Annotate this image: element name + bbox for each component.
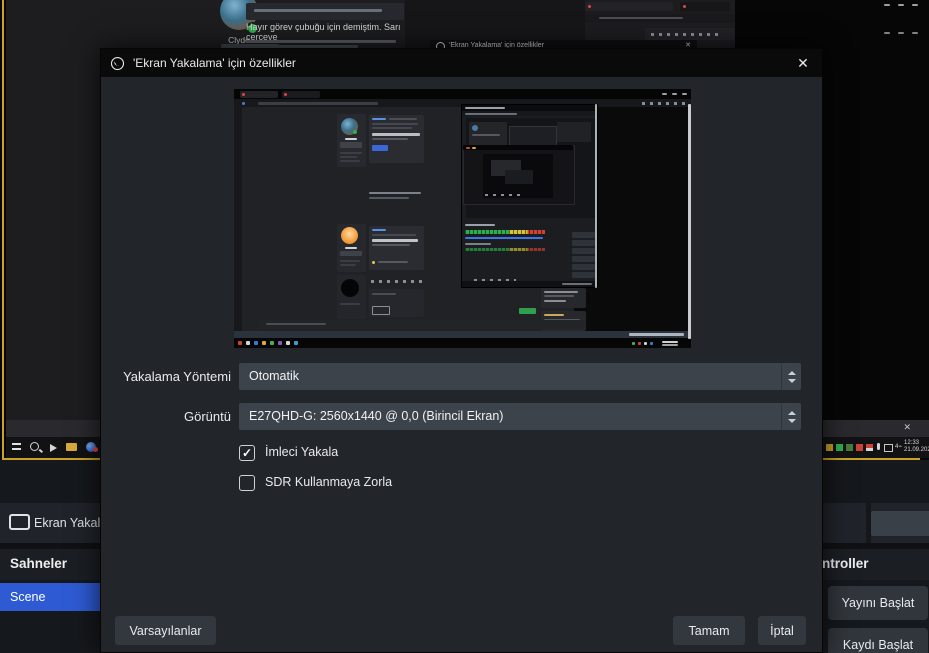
display-label: Görüntü — [184, 409, 231, 424]
maximize-icon[interactable] — [898, 4, 904, 6]
properties-dialog: 'Ekran Yakalama' için özellikler ✕ Yakal… — [100, 48, 823, 653]
capture-preview — [234, 89, 691, 348]
pv-profile-card — [337, 275, 366, 319]
pv-statusbar — [234, 331, 691, 338]
dialog-titlebar[interactable]: 'Ekran Yakalama' için özellikler ✕ — [101, 49, 822, 77]
force-sdr-label: SDR Kullanmaya Zorla — [265, 475, 393, 489]
browser-toolbar — [645, 28, 735, 40]
start-streaming-button[interactable]: Yayını Başlat — [828, 586, 928, 620]
pv-chat-card — [369, 115, 424, 163]
close-icon[interactable] — [912, 4, 918, 6]
display-select[interactable]: E27QHD-G: 2560x1440 @ 0,0 (Birincil Ekra… — [239, 403, 801, 430]
search-icon-handle — [38, 448, 44, 453]
decor-dash — [884, 32, 890, 34]
pv-discord-rail — [234, 107, 242, 339]
mic-icon[interactable] — [877, 443, 880, 450]
start-menu-icon[interactable] — [12, 443, 21, 451]
notification-badge — [93, 447, 98, 452]
pv-chat-card — [369, 226, 424, 270]
display-value: E27QHD-G: 2560x1440 @ 0,0 (Birincil Ekra… — [249, 409, 504, 423]
decor-dash — [912, 32, 918, 34]
pv-profile-card — [337, 224, 366, 272]
start-recording-button[interactable]: Kaydı Başlat — [828, 628, 928, 653]
flag-icon-lower — [866, 447, 873, 451]
capture-cursor-label: İmleci Yakala — [265, 445, 339, 459]
force-sdr-row: SDR Kullanmaya Zorla — [239, 474, 392, 491]
capture-method-value: Otomatik — [249, 369, 300, 383]
task-view-icon[interactable] — [50, 444, 57, 452]
force-sdr-checkbox[interactable] — [239, 474, 255, 491]
tray-clock[interactable]: 12:33 21.09.2023 — [904, 440, 929, 454]
pv-green-button — [519, 308, 536, 314]
chat-message: Hayır görev çubuğu için demiştim. Sarı ç… — [246, 22, 401, 42]
pv-winctl — [662, 93, 667, 95]
pc-icon[interactable] — [884, 444, 893, 452]
pv-reply-box — [369, 289, 424, 317]
chat-line — [246, 40, 396, 43]
background-combo[interactable] — [871, 511, 929, 536]
tray-date: 21.09.2023 — [904, 447, 929, 453]
spinner-up-icon[interactable] — [787, 370, 796, 375]
pv-chat-line — [369, 197, 409, 199]
tray-icon[interactable] — [856, 444, 863, 451]
capture-method-label: Yakalama Yöntemi — [123, 369, 231, 384]
spinner-down-icon[interactable] — [787, 418, 796, 423]
defaults-button[interactable]: Varsayılanlar — [115, 616, 216, 645]
pv-right-edge — [688, 104, 691, 339]
band-close-icon[interactable]: ✕ — [903, 422, 911, 433]
pv-info-card — [541, 288, 586, 308]
pv-format-toolbar — [371, 280, 423, 283]
scenes-dock-title: Sahneler — [10, 556, 68, 571]
pv-scrollbar[interactable] — [595, 104, 597, 288]
pv-winctl — [682, 93, 687, 95]
dialog-title: 'Ekran Yakalama' için özellikler — [133, 56, 296, 70]
spinner-down-icon[interactable] — [787, 378, 796, 383]
cancel-button[interactable]: İptal — [758, 616, 806, 645]
pv-tab — [240, 91, 278, 98]
pv-taskbar — [234, 338, 691, 348]
folder-icon[interactable] — [66, 443, 77, 451]
pv-profile-card — [337, 114, 366, 167]
capture-cursor-row: ✓ İmleci Yakala — [239, 444, 338, 461]
browser-tab[interactable] — [585, 2, 673, 11]
check-icon: ✓ — [241, 445, 253, 460]
pv-winctl — [672, 93, 677, 95]
tray-icon[interactable] — [826, 444, 833, 451]
spinner-up-icon[interactable] — [787, 410, 796, 415]
ok-button[interactable]: Tamam — [673, 616, 745, 645]
tray-glyph: 4⌁ — [895, 444, 902, 450]
pv-tab — [282, 91, 320, 98]
spinner[interactable] — [781, 363, 801, 390]
tray-icon[interactable] — [836, 444, 843, 451]
obs-logo-icon — [110, 56, 125, 70]
browser-addressbar[interactable] — [585, 14, 735, 23]
pv-nested-obs — [461, 104, 598, 288]
pv-message-bar — [260, 320, 586, 329]
preview-frame-left[interactable] — [2, 0, 4, 460]
tray-icon[interactable] — [846, 444, 853, 451]
chat-quote-card — [246, 3, 404, 20]
capture-cursor-checkbox[interactable]: ✓ — [239, 444, 255, 461]
screen: Clyde Hayır görev çubuğu için demiştim. … — [0, 0, 929, 653]
dialog-close-icon[interactable]: ✕ — [790, 52, 816, 74]
decor-dash — [898, 32, 904, 34]
capture-method-select[interactable]: Otomatik — [239, 363, 801, 390]
tray-time: 12:33 — [904, 440, 920, 446]
minimize-icon[interactable] — [884, 4, 890, 6]
pv-chat-line — [369, 192, 421, 194]
browser-tab[interactable] — [680, 2, 730, 11]
spinner[interactable] — [781, 403, 801, 430]
screen-capture-icon — [9, 514, 30, 530]
